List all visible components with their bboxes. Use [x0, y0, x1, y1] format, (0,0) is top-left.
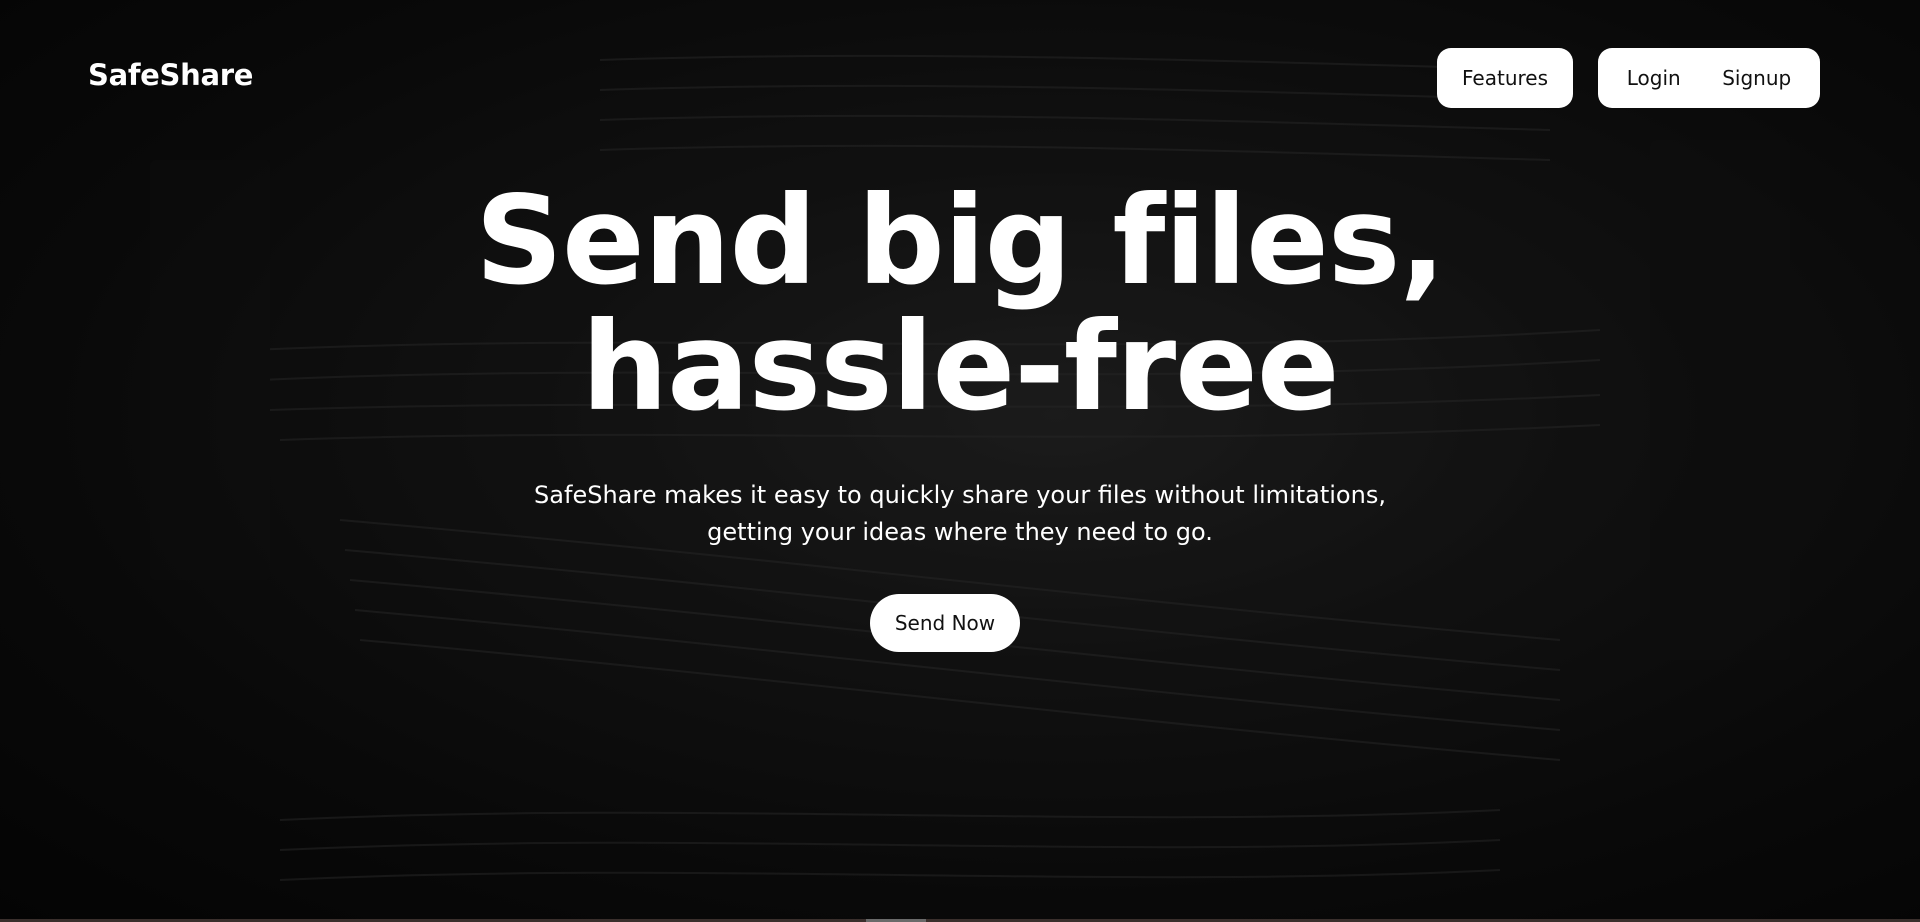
hero-subtitle-line-2: getting your ideas where they need to go…	[707, 518, 1213, 546]
nav-signup-link[interactable]: Signup	[1714, 58, 1799, 98]
nav-login-link[interactable]: Login	[1619, 58, 1689, 98]
hero-headline: Send big files, hassle-free	[0, 178, 1920, 430]
hero-headline-line-1: Send big files,	[475, 170, 1446, 312]
hero-headline-line-2: hassle-free	[581, 296, 1339, 438]
hero-section: SafeShare Features Login Signup Send big…	[0, 0, 1920, 922]
hero-subtitle-line-1: SafeShare makes it easy to quickly share…	[534, 481, 1386, 509]
nav-auth-pill: Login Signup	[1598, 48, 1820, 108]
brand-logo[interactable]: SafeShare	[88, 58, 253, 92]
nav-features-pill: Features	[1437, 48, 1573, 108]
send-now-button[interactable]: Send Now	[870, 594, 1020, 652]
nav-features-link[interactable]: Features	[1454, 58, 1556, 98]
background-overlay	[0, 0, 1920, 922]
hero-subtitle: SafeShare makes it easy to quickly share…	[0, 477, 1920, 551]
